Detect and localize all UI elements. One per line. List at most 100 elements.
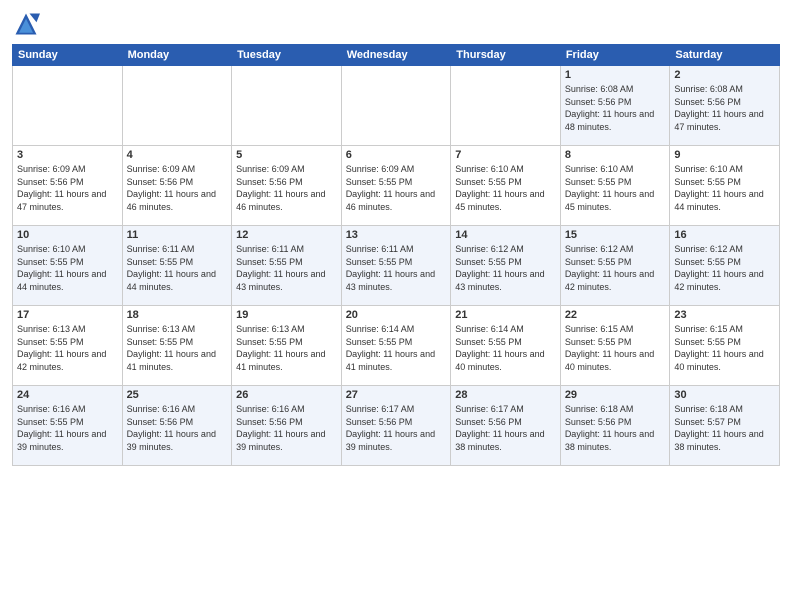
calendar-cell: 2Sunrise: 6:08 AMSunset: 5:56 PMDaylight… xyxy=(670,66,780,146)
day-number: 14 xyxy=(455,229,556,241)
cell-text: Daylight: 11 hours and 46 minutes. xyxy=(236,188,337,213)
cell-text: Daylight: 11 hours and 45 minutes. xyxy=(565,188,666,213)
calendar-cell: 5 Sunrise: 6:09 AMSunset: 5:56 PMDaylight… xyxy=(232,146,342,226)
calendar-cell: 12Sunrise: 6:11 AMSunset: 5:55 PMDayligh… xyxy=(232,226,342,306)
cell-text: Sunrise: 6:10 AM xyxy=(565,163,666,176)
calendar-cell: 29Sunrise: 6:18 AMSunset: 5:56 PMDayligh… xyxy=(560,386,670,466)
cell-text: Daylight: 11 hours and 48 minutes. xyxy=(565,108,666,133)
cell-text: Sunset: 5:56 PM xyxy=(565,96,666,109)
cell-text: Sunset: 5:56 PM xyxy=(236,176,337,189)
cell-text: Sunset: 5:55 PM xyxy=(674,336,775,349)
calendar-cell: 24Sunrise: 6:16 AMSunset: 5:55 PMDayligh… xyxy=(13,386,123,466)
cell-text: Sunrise: 6:13 AM xyxy=(17,323,118,336)
day-header-friday: Friday xyxy=(560,45,670,66)
day-number: 28 xyxy=(455,389,556,401)
day-number: 6 xyxy=(346,149,447,161)
cell-text: Sunset: 5:56 PM xyxy=(127,176,228,189)
calendar-cell: 7Sunrise: 6:10 AMSunset: 5:55 PMDaylight… xyxy=(451,146,561,226)
cell-text: Sunset: 5:55 PM xyxy=(565,256,666,269)
day-number: 11 xyxy=(127,229,228,241)
logo xyxy=(12,10,44,38)
cell-text: Sunrise: 6:13 AM xyxy=(127,323,228,336)
cell-text: Sunrise: 6:16 AM xyxy=(17,403,118,416)
cell-text: Sunset: 5:55 PM xyxy=(127,256,228,269)
calendar-cell: 6 Sunrise: 6:09 AMSunset: 5:55 PMDaylight… xyxy=(341,146,451,226)
calendar-cell: 30Sunrise: 6:18 AMSunset: 5:57 PMDayligh… xyxy=(670,386,780,466)
calendar-cell: 28Sunrise: 6:17 AMSunset: 5:56 PMDayligh… xyxy=(451,386,561,466)
cell-text: Daylight: 11 hours and 39 minutes. xyxy=(236,428,337,453)
calendar-cell xyxy=(341,66,451,146)
cell-text: Daylight: 11 hours and 43 minutes. xyxy=(346,268,447,293)
day-number: 21 xyxy=(455,309,556,321)
calendar-cell xyxy=(232,66,342,146)
cell-text: Sunrise: 6:16 AM xyxy=(236,403,337,416)
day-number: 1 xyxy=(565,69,666,81)
day-number: 3 xyxy=(17,149,118,161)
day-header-monday: Monday xyxy=(122,45,232,66)
day-number: 10 xyxy=(17,229,118,241)
page: SundayMondayTuesdayWednesdayThursdayFrid… xyxy=(0,0,792,612)
cell-text: Daylight: 11 hours and 41 minutes. xyxy=(127,348,228,373)
cell-text: Sunset: 5:55 PM xyxy=(674,176,775,189)
calendar-cell: 19Sunrise: 6:13 AMSunset: 5:55 PMDayligh… xyxy=(232,306,342,386)
cell-text: Sunset: 5:55 PM xyxy=(346,176,447,189)
calendar-cell: 11Sunrise: 6:11 AMSunset: 5:55 PMDayligh… xyxy=(122,226,232,306)
cell-text: Sunset: 5:55 PM xyxy=(565,176,666,189)
cell-text: Sunrise: 6:12 AM xyxy=(674,243,775,256)
day-number: 16 xyxy=(674,229,775,241)
cell-text: Sunset: 5:56 PM xyxy=(17,176,118,189)
cell-text: Daylight: 11 hours and 47 minutes. xyxy=(674,108,775,133)
cell-text: Daylight: 11 hours and 42 minutes. xyxy=(17,348,118,373)
cell-text: Sunrise: 6:08 AM xyxy=(674,83,775,96)
cell-text: Daylight: 11 hours and 44 minutes. xyxy=(127,268,228,293)
calendar-cell: 17 Sunrise: 6:13 AMSunset: 5:55 PMDayligh… xyxy=(13,306,123,386)
cell-text: Daylight: 11 hours and 42 minutes. xyxy=(565,268,666,293)
day-number: 5 xyxy=(236,149,337,161)
day-number: 18 xyxy=(127,309,228,321)
day-number: 25 xyxy=(127,389,228,401)
cell-text: Sunset: 5:55 PM xyxy=(17,416,118,429)
calendar-cell: 20Sunrise: 6:14 AMSunset: 5:55 PMDayligh… xyxy=(341,306,451,386)
day-number: 17 xyxy=(17,309,118,321)
cell-text: Sunset: 5:55 PM xyxy=(17,336,118,349)
cell-text: Sunset: 5:55 PM xyxy=(455,256,556,269)
calendar-cell: 3Sunrise: 6:09 AMSunset: 5:56 PMDaylight… xyxy=(13,146,123,226)
cell-text: Daylight: 11 hours and 40 minutes. xyxy=(455,348,556,373)
day-number: 13 xyxy=(346,229,447,241)
week-row-1: 1Sunrise: 6:08 AMSunset: 5:56 PMDaylight… xyxy=(13,66,780,146)
cell-text: Sunrise: 6:09 AM xyxy=(236,163,337,176)
calendar-cell: 22Sunrise: 6:15 AMSunset: 5:55 PMDayligh… xyxy=(560,306,670,386)
day-number: 8 xyxy=(565,149,666,161)
calendar-cell: 8 Sunrise: 6:10 AMSunset: 5:55 PMDaylight… xyxy=(560,146,670,226)
calendar-cell xyxy=(451,66,561,146)
calendar-cell: 4Sunrise: 6:09 AMSunset: 5:56 PMDaylight… xyxy=(122,146,232,226)
calendar-cell: 21Sunrise: 6:14 AMSunset: 5:55 PMDayligh… xyxy=(451,306,561,386)
calendar-cell: 23Sunrise: 6:15 AMSunset: 5:55 PMDayligh… xyxy=(670,306,780,386)
cell-text: Daylight: 11 hours and 46 minutes. xyxy=(346,188,447,213)
day-header-sunday: Sunday xyxy=(13,45,123,66)
cell-text: Sunrise: 6:09 AM xyxy=(346,163,447,176)
calendar-cell: 18 Sunrise: 6:13 AMSunset: 5:55 PMDayligh… xyxy=(122,306,232,386)
cell-text: Sunset: 5:55 PM xyxy=(127,336,228,349)
cell-text: Sunrise: 6:09 AM xyxy=(127,163,228,176)
calendar-cell: 14Sunrise: 6:12 AMSunset: 5:55 PMDayligh… xyxy=(451,226,561,306)
cell-text: Daylight: 11 hours and 38 minutes. xyxy=(674,428,775,453)
day-header-saturday: Saturday xyxy=(670,45,780,66)
cell-text: Daylight: 11 hours and 39 minutes. xyxy=(346,428,447,453)
calendar-cell: 27Sunrise: 6:17 AMSunset: 5:56 PMDayligh… xyxy=(341,386,451,466)
cell-text: Daylight: 11 hours and 43 minutes. xyxy=(236,268,337,293)
cell-text: Sunrise: 6:17 AM xyxy=(346,403,447,416)
calendar-table: SundayMondayTuesdayWednesdayThursdayFrid… xyxy=(12,44,780,466)
cell-text: Daylight: 11 hours and 46 minutes. xyxy=(127,188,228,213)
calendar-cell: 1Sunrise: 6:08 AMSunset: 5:56 PMDaylight… xyxy=(560,66,670,146)
day-number: 15 xyxy=(565,229,666,241)
cell-text: Sunset: 5:56 PM xyxy=(674,96,775,109)
cell-text: Sunrise: 6:16 AM xyxy=(127,403,228,416)
header xyxy=(12,10,780,38)
calendar-cell xyxy=(122,66,232,146)
day-number: 24 xyxy=(17,389,118,401)
cell-text: Daylight: 11 hours and 45 minutes. xyxy=(455,188,556,213)
calendar-cell: 26Sunrise: 6:16 AMSunset: 5:56 PMDayligh… xyxy=(232,386,342,466)
cell-text: Daylight: 11 hours and 44 minutes. xyxy=(17,268,118,293)
cell-text: Sunset: 5:56 PM xyxy=(127,416,228,429)
